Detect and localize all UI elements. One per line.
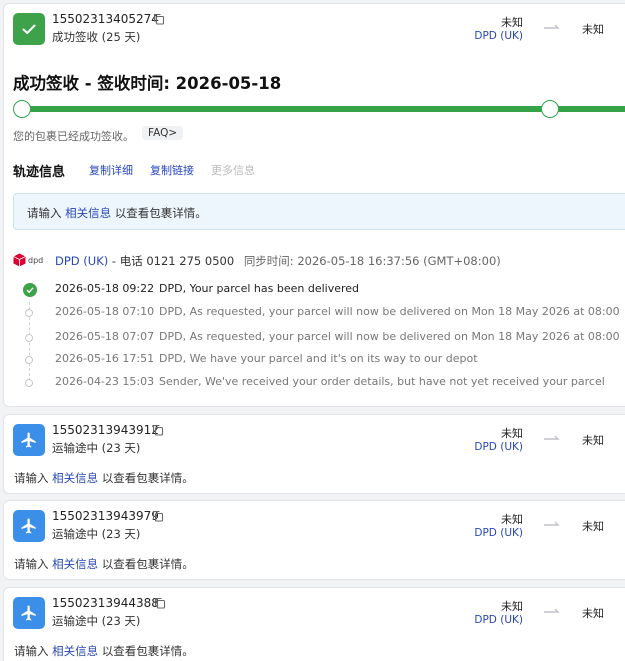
carrier-name[interactable]: DPD (UK) [474, 441, 523, 453]
shipment-status: 运输途中 (23 天) [52, 614, 141, 628]
related-info-link[interactable]: 相关信息 [52, 557, 98, 571]
plane-icon [13, 510, 45, 542]
event-time: 2026-04-23 15:03 [55, 375, 155, 388]
copy-icon[interactable] [152, 510, 164, 522]
shipment-header[interactable]: 15502313943979 运输途中 (23 天) 未知 DPD (UK) 未… [4, 501, 625, 551]
arrow-icon [544, 435, 560, 440]
prompt-text: 请输入 [27, 206, 62, 220]
timeline-event: 2026-05-18 07:10 DPD, As requested, your… [4, 304, 625, 322]
timeline-event: 2026-04-23 15:03 Sender, We've received … [4, 374, 625, 392]
tracking-number: 15502313944388 [52, 596, 159, 610]
origin-country: 未知 [501, 427, 523, 440]
check-icon [13, 13, 45, 45]
logo-text: dpd [28, 255, 44, 265]
dpd-logo: dpd [13, 246, 47, 274]
prompt-text: 请输入 [14, 471, 49, 485]
origin-country: 未知 [501, 513, 523, 526]
event-description: DPD, As requested, your parcel will now … [159, 330, 620, 343]
info-prompt: 请输入 相关信息 以查看包裹详情。 [27, 205, 207, 221]
delivery-title: 成功签收 - 签收时间: 2026-05-18 [13, 74, 282, 93]
arrow-icon [544, 24, 560, 29]
info-prompt: 请输入 相关信息 以查看包裹详情。 [14, 470, 194, 486]
plane-icon [13, 424, 45, 456]
timeline-dot [25, 379, 33, 387]
copy-detail-link[interactable]: 复制详细 [89, 162, 133, 178]
related-info-link[interactable]: 相关信息 [52, 471, 98, 485]
timeline-dot [25, 334, 33, 342]
related-info-link[interactable]: 相关信息 [52, 644, 98, 658]
info-prompt: 请输入 相关信息 以查看包裹详情。 [14, 556, 194, 572]
carrier-name[interactable]: DPD (UK) [474, 614, 523, 626]
origin-country: 未知 [501, 16, 523, 29]
event-time: 2026-05-16 17:51 [55, 352, 155, 365]
prompt-text: 以查看包裹详情。 [101, 471, 194, 485]
copy-icon[interactable] [154, 597, 166, 609]
timeline-dot [25, 309, 33, 317]
copy-icon[interactable] [152, 424, 164, 436]
prompt-text: 请输入 [14, 557, 49, 571]
info-prompt-box: 请输入 相关信息 以查看包裹详情。 [13, 193, 625, 230]
plane-icon [13, 597, 45, 629]
shipment-status: 成功签收 (25 天) [52, 30, 141, 44]
prompt-text: 以查看包裹详情。 [114, 206, 207, 220]
destination-country: 未知 [582, 607, 604, 620]
prompt-text: 以查看包裹详情。 [101, 557, 194, 571]
shipment-card-in-transit: 15502313943912 运输途中 (23 天) 未知 DPD (UK) 未… [3, 414, 625, 494]
progress-start-node [13, 100, 31, 118]
origin-country: 未知 [501, 600, 523, 613]
shipment-card-in-transit: 15502313943979 运输途中 (23 天) 未知 DPD (UK) 未… [3, 500, 625, 580]
timeline-dot [25, 356, 33, 364]
tracking-number: 15502313943912 [52, 423, 159, 437]
carrier-name[interactable]: DPD (UK) [474, 527, 523, 539]
shipment-header[interactable]: 15502313944388 运输途中 (23 天) 未知 DPD (UK) 未… [4, 588, 625, 638]
arrow-icon [544, 608, 560, 613]
sync-time: 同步时间: 2026-05-18 16:37:56 (GMT+08:00) [243, 254, 501, 268]
shipment-card-in-transit: 15502313944388 运输途中 (23 天) 未知 DPD (UK) 未… [3, 587, 625, 661]
event-time: 2026-05-18 07:07 [55, 330, 155, 343]
event-description: DPD, We have your parcel and it's on its… [159, 352, 478, 365]
tracking-number: 15502313405274 [52, 12, 159, 26]
shipment-header[interactable]: 15502313943912 运输途中 (23 天) 未知 DPD (UK) 未… [4, 415, 625, 465]
arrow-icon [544, 521, 560, 526]
prompt-text: 以查看包裹详情。 [101, 644, 194, 658]
event-description: Sender, We've received your order detail… [159, 375, 605, 388]
timeline-event: 2026-05-16 17:51 DPD, We have your parce… [4, 351, 625, 369]
shipment-status: 运输途中 (23 天) [52, 527, 141, 541]
delivery-note: 您的包裹已经成功签收。 [13, 130, 134, 143]
progress-bar [23, 106, 625, 112]
progress-track [13, 100, 625, 118]
info-prompt: 请输入 相关信息 以查看包裹详情。 [14, 643, 194, 659]
event-description: DPD, As requested, your parcel will now … [159, 305, 620, 318]
carrier-phone: - 电话 0121 275 0500 [111, 254, 235, 268]
timeline-event: 2026-05-18 09:22 DPD, Your parcel has be… [4, 281, 625, 299]
event-time: 2026-05-18 09:22 [55, 282, 155, 295]
more-info-link: 更多信息 [211, 164, 255, 177]
destination-country: 未知 [582, 434, 604, 447]
destination-country: 未知 [582, 520, 604, 533]
carrier-link[interactable]: DPD (UK) [55, 254, 108, 268]
shipment-header[interactable]: 15502313405274 成功签收 (25 天) 未知 DPD (UK) 未… [4, 4, 625, 54]
faq-button[interactable]: FAQ> [142, 126, 184, 140]
timeline-event: 2026-05-18 07:07 DPD, As requested, your… [4, 329, 625, 347]
copy-icon[interactable] [153, 13, 165, 25]
shipment-card-delivered: 15502313405274 成功签收 (25 天) 未知 DPD (UK) 未… [3, 3, 625, 407]
related-info-link[interactable]: 相关信息 [65, 206, 111, 220]
prompt-text: 请输入 [14, 644, 49, 658]
copy-link-link[interactable]: 复制链接 [150, 162, 194, 178]
shipment-status: 运输途中 (23 天) [52, 441, 141, 455]
tracking-info-heading: 轨迹信息 [13, 165, 66, 180]
tracking-number: 15502313943979 [52, 509, 159, 523]
progress-current-node [541, 100, 559, 118]
carrier-info-line: DPD (UK) - 电话 0121 275 0500 同步时间: 2026-0… [55, 253, 501, 269]
carrier-name[interactable]: DPD (UK) [474, 30, 523, 42]
event-description: DPD, Your parcel has been delivered [159, 282, 360, 295]
destination-country: 未知 [582, 23, 604, 36]
check-icon [23, 283, 37, 297]
event-time: 2026-05-18 07:10 [55, 305, 155, 318]
